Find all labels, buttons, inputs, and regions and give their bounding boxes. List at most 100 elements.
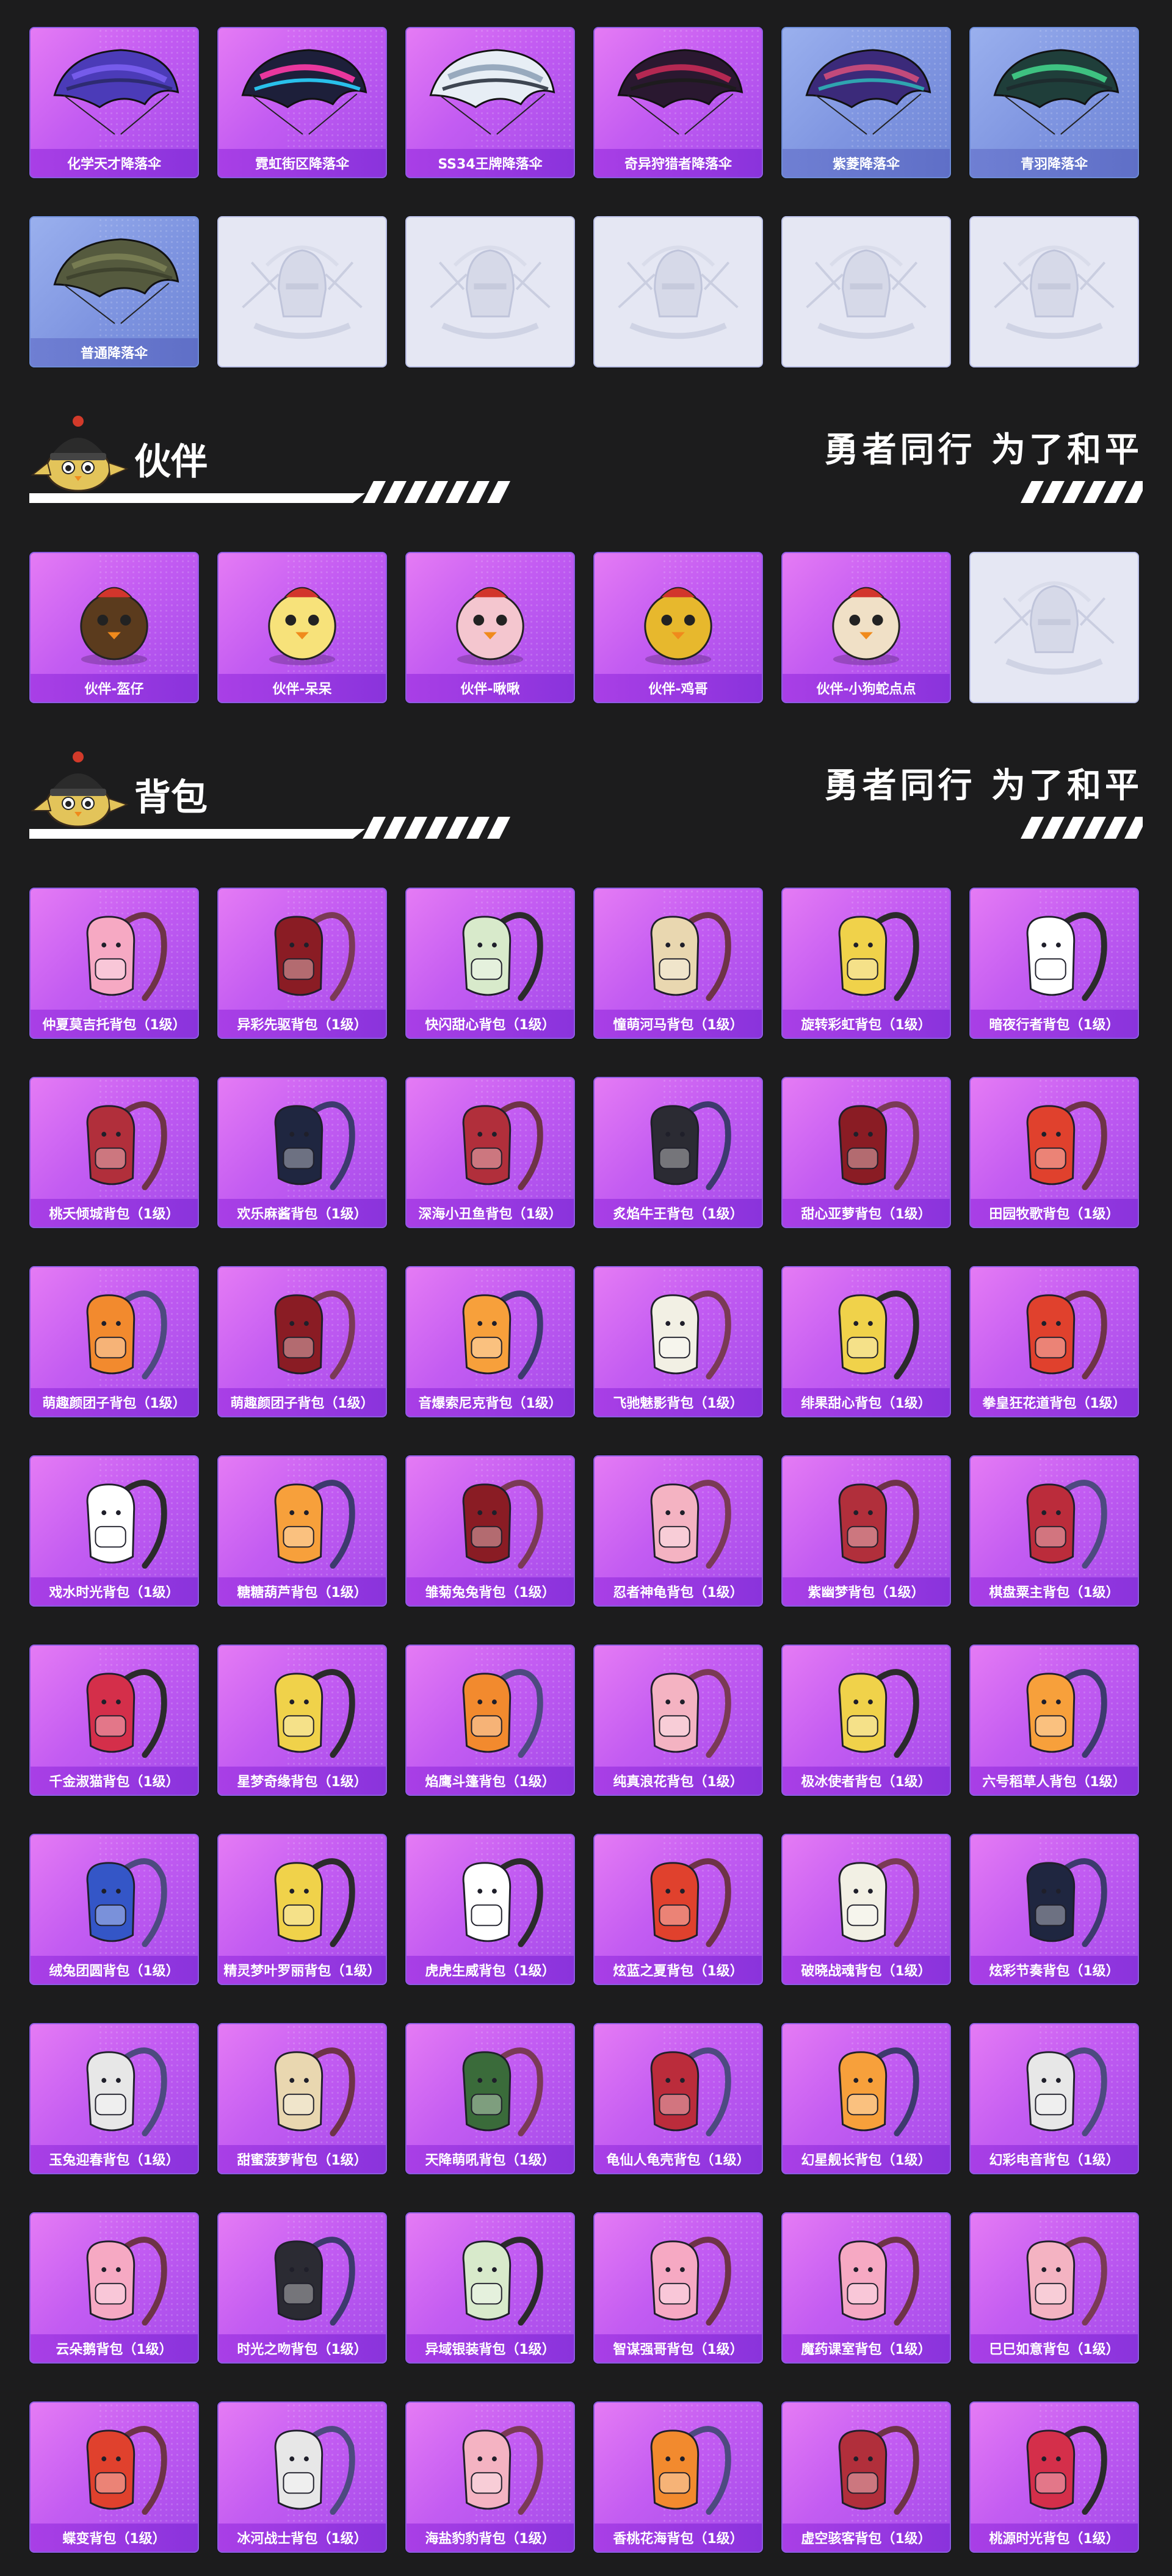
empty-slot-card[interactable] (593, 216, 763, 367)
parachute-card[interactable]: 化学天才降落伞 (29, 27, 199, 178)
parachute-card[interactable]: 紫菱降落伞 (781, 27, 951, 178)
slogan-stripe (1015, 481, 1148, 503)
backpack-card[interactable]: 糖糖葫芦背包（1级） (217, 1455, 387, 1607)
parachute-card[interactable]: 青羽降落伞 (969, 27, 1139, 178)
companion-card[interactable]: 伙伴-盔仔 (29, 552, 199, 703)
backpack-card[interactable]: 雏菊兔兔背包（1级） (405, 1455, 575, 1607)
backpack-card[interactable]: 千金淑猫背包（1级） (29, 1644, 199, 1796)
backpack-card[interactable]: 焰鹰斗篷背包（1级） (405, 1644, 575, 1796)
companion-name: 伙伴-鸡哥 (595, 674, 762, 702)
empty-slot-card[interactable] (969, 216, 1139, 367)
backpack-name: 极冰使者背包（1级） (783, 1767, 950, 1795)
backpack-name: 旋转彩虹背包（1级） (783, 1010, 950, 1038)
backpack-card[interactable]: 桃源时光背包（1级） (969, 2401, 1139, 2553)
empty-slot-card[interactable] (969, 552, 1139, 703)
backpack-card[interactable]: 时光之吻背包（1级） (217, 2212, 387, 2364)
backpack-thumbnail (462, 912, 543, 1001)
backpack-name: 玉兔迎春背包（1级） (31, 2145, 198, 2173)
backpack-card[interactable]: 绒兔团圆背包（1级） (29, 1834, 199, 1985)
backpack-card[interactable]: 冰河战士背包（1级） (217, 2401, 387, 2553)
companion-thumbnail (268, 587, 336, 665)
backpack-card[interactable]: 龟仙人龟壳背包（1级） (593, 2023, 763, 2174)
companion-card[interactable]: 伙伴-鸡哥 (593, 552, 763, 703)
empty-slot-card[interactable] (405, 216, 575, 367)
backpack-thumbnail (274, 912, 355, 1001)
backpack-card[interactable]: 仲夏莫吉托背包（1级） (29, 888, 199, 1039)
backpack-card[interactable]: 棋盘粟主背包（1级） (969, 1455, 1139, 1607)
backpack-card[interactable]: 异域银装背包（1级） (405, 2212, 575, 2364)
backpack-card[interactable]: 炫蓝之夏背包（1级） (593, 1834, 763, 1985)
backpack-card[interactable]: 云朵鹅背包（1级） (29, 2212, 199, 2364)
backpack-card[interactable]: 玉兔迎春背包（1级） (29, 2023, 199, 2174)
backpack-name: 时光之吻背包（1级） (219, 2334, 386, 2362)
empty-slot-card[interactable] (781, 216, 951, 367)
parachute-card[interactable]: 奇异狩猎者降落伞 (593, 27, 763, 178)
backpack-card[interactable]: 炙焰牛王背包（1级） (593, 1077, 763, 1228)
backpack-name: 天降萌吼背包（1级） (407, 2145, 574, 2173)
parachute-card[interactable]: 霓虹街区降落伞 (217, 27, 387, 178)
backpack-card[interactable]: 甜心亚萝背包（1级） (781, 1077, 951, 1228)
backpack-thumbnail (86, 2047, 167, 2136)
backpack-card[interactable]: 破晓战魂背包（1级） (781, 1834, 951, 1985)
backpack-card[interactable]: 甜蜜菠萝背包（1级） (217, 2023, 387, 2174)
backpack-name: 蝶变背包（1级） (31, 2524, 198, 2552)
backpack-card[interactable]: 拳皇狂花道背包（1级） (969, 1266, 1139, 1417)
backpack-card[interactable]: 异彩先驱背包（1级） (217, 888, 387, 1039)
backpack-card[interactable]: 深海小丑鱼背包（1级） (405, 1077, 575, 1228)
backpack-card[interactable]: 纯真浪花背包（1级） (593, 1644, 763, 1796)
backpack-name: 桃夭倾城背包（1级） (31, 1199, 198, 1227)
backpack-name: 炫彩节奏背包（1级） (971, 1956, 1138, 1984)
backpack-name: 雏菊兔兔背包（1级） (407, 1577, 574, 1605)
backpack-card[interactable]: 天降萌吼背包（1级） (405, 2023, 575, 2174)
companion-card[interactable]: 伙伴-呆呆 (217, 552, 387, 703)
section-slogan: 勇者同行 为了和平 (824, 430, 1143, 470)
backpack-card[interactable]: 虚空骇客背包（1级） (781, 2401, 951, 2553)
section-title: 伙伴 (134, 441, 208, 483)
backpack-thumbnail (86, 1858, 167, 1947)
backpack-card[interactable]: 桃夭倾城背包（1级） (29, 1077, 199, 1228)
backpack-card[interactable]: 紫幽梦背包（1级） (781, 1455, 951, 1607)
backpack-card[interactable]: 忍者神龟背包（1级） (593, 1455, 763, 1607)
backpack-card[interactable]: 田园牧歌背包（1级） (969, 1077, 1139, 1228)
backpack-card[interactable]: 虎虎生威背包（1级） (405, 1834, 575, 1985)
backpack-card[interactable]: 精灵梦叶罗丽背包（1级） (217, 1834, 387, 1985)
backpack-card[interactable]: 憧萌河马背包（1级） (593, 888, 763, 1039)
backpack-card[interactable]: 炫彩节奏背包（1级） (969, 1834, 1139, 1985)
companion-name: 伙伴-盔仔 (31, 674, 198, 702)
backpack-card[interactable]: 星梦奇缘背包（1级） (217, 1644, 387, 1796)
backpack-thumbnail (86, 2426, 167, 2515)
backpack-card[interactable]: 极冰使者背包（1级） (781, 1644, 951, 1796)
backpack-card[interactable]: 智谋强哥背包（1级） (593, 2212, 763, 2364)
backpack-card[interactable]: 六号稻草人背包（1级） (969, 1644, 1139, 1796)
companion-card[interactable]: 伙伴-小狗蛇点点 (781, 552, 951, 703)
placeholder-emblem-icon (994, 245, 1115, 339)
backpack-card[interactable]: 暗夜行者背包（1级） (969, 888, 1139, 1039)
backpack-card[interactable]: 绯果甜心背包（1级） (781, 1266, 951, 1417)
backpack-card[interactable]: 巳巳如意背包（1级） (969, 2212, 1139, 2364)
empty-slot-card[interactable] (217, 216, 387, 367)
backpack-thumbnail (462, 1290, 543, 1380)
backpack-card[interactable]: 幻星舰长背包（1级） (781, 2023, 951, 2174)
backpack-name: 炙焰牛王背包（1级） (595, 1199, 762, 1227)
backpack-card[interactable]: 旋转彩虹背包（1级） (781, 888, 951, 1039)
backpack-name: 冰河战士背包（1级） (219, 2524, 386, 2552)
backpack-thumbnail (86, 1480, 167, 1569)
backpack-card[interactable]: 萌趣颜团子背包（1级） (29, 1266, 199, 1417)
backpack-card[interactable]: 香桃花海背包（1级） (593, 2401, 763, 2553)
backpack-card[interactable]: 欢乐麻酱背包（1级） (217, 1077, 387, 1228)
backpack-card[interactable]: 海盐豹豹背包（1级） (405, 2401, 575, 2553)
backpack-card[interactable]: 飞驰魅影背包（1级） (593, 1266, 763, 1417)
backpack-card[interactable]: 戏水时光背包（1级） (29, 1455, 199, 1607)
backpack-name: 绒兔团圆背包（1级） (31, 1956, 198, 1984)
backpack-card[interactable]: 幻彩电音背包（1级） (969, 2023, 1139, 2174)
backpack-card[interactable]: 快闪甜心背包（1级） (405, 888, 575, 1039)
backpack-card[interactable]: 音爆索尼克背包（1级） (405, 1266, 575, 1417)
backpack-card[interactable]: 蝶变背包（1级） (29, 2401, 199, 2553)
parachute-card[interactable]: 普通降落伞 (29, 216, 199, 367)
companion-card[interactable]: 伙伴-啾啾 (405, 552, 575, 703)
backpack-card[interactable]: 萌趣颜团子背包（1级） (217, 1266, 387, 1417)
backpack-card[interactable]: 魔药课室背包（1级） (781, 2212, 951, 2364)
parachute-card[interactable]: SS34王牌降落伞 (405, 27, 575, 178)
backpack-thumbnail (274, 1101, 355, 1190)
backpack-name: 桃源时光背包（1级） (971, 2524, 1138, 2552)
